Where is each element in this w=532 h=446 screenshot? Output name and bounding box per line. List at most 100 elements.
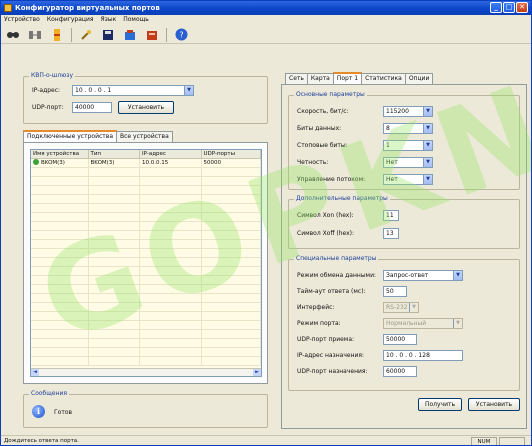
- empty-cell: [202, 357, 261, 366]
- flow-value: Нет: [386, 176, 398, 183]
- chevron-down-icon[interactable]: ▼: [184, 86, 193, 95]
- open-icon[interactable]: [122, 27, 138, 43]
- horizontal-scrollbar[interactable]: ◄ ►: [31, 368, 261, 376]
- empty-cell: [140, 348, 202, 357]
- connect-icon[interactable]: [27, 27, 43, 43]
- timeout-field[interactable]: 50: [383, 286, 407, 297]
- tab-options[interactable]: Опции: [404, 73, 434, 84]
- empty-table-row: [31, 357, 261, 366]
- empty-cell: [31, 168, 89, 177]
- chevron-down-icon[interactable]: ▼: [423, 158, 432, 167]
- speed-label: Скорость, бит/с:: [297, 108, 349, 115]
- empty-cell: [202, 303, 261, 312]
- close-file-icon[interactable]: [144, 27, 160, 43]
- title-bar: Конфигуратор виртуальных портов _ □ ✕: [1, 1, 531, 15]
- ip-field[interactable]: 10 . 0 . 0 . 1 ▼: [72, 85, 194, 96]
- special-params-group: Специальные параметры Режим обмена данны…: [288, 255, 520, 391]
- udp-rx-field[interactable]: 50000: [383, 334, 417, 345]
- menu-item-device[interactable]: Устройство: [4, 15, 40, 25]
- portmode-select: Нормальный ▼: [383, 318, 463, 329]
- device-tab-panel: Имя устройства Тип IP-адрес UDP-порты BK…: [23, 142, 268, 384]
- help-icon[interactable]: ?: [173, 27, 189, 43]
- empty-cell: [31, 249, 89, 258]
- tab-network[interactable]: Сеть: [285, 73, 308, 84]
- empty-table-row: [31, 339, 261, 348]
- empty-cell: [31, 258, 89, 267]
- close-icon[interactable]: ✕: [516, 2, 528, 13]
- column-header-udp[interactable]: UDP-порты: [202, 150, 261, 158]
- empty-cell: [140, 249, 202, 258]
- chevron-down-icon[interactable]: ▼: [423, 141, 432, 150]
- databits-select[interactable]: 8 ▼: [383, 123, 433, 134]
- tab-port-1[interactable]: Порт 1: [332, 72, 363, 84]
- app-icon: [4, 4, 12, 12]
- chevron-down-icon[interactable]: ▼: [423, 175, 432, 184]
- empty-cell: [89, 186, 141, 195]
- tab-connected-devices[interactable]: Подключенные устройства: [23, 130, 117, 142]
- chevron-down-icon[interactable]: ▼: [423, 124, 432, 133]
- find-icon[interactable]: [5, 27, 21, 43]
- empty-cell: [31, 348, 89, 357]
- timeout-value: 50: [386, 288, 394, 295]
- empty-cell: [140, 357, 202, 366]
- set-button[interactable]: Установить: [468, 398, 520, 411]
- info-icon: i: [32, 405, 45, 418]
- mode-select[interactable]: Запрос-ответ ▼: [383, 270, 463, 281]
- parity-value: Нет: [386, 159, 398, 166]
- xoff-field[interactable]: 13: [383, 228, 399, 239]
- maximize-icon[interactable]: □: [503, 2, 515, 13]
- empty-cell: [140, 204, 202, 213]
- port-tab-panel: Основные параметры Скорость, бит/с: 1152…: [281, 84, 527, 429]
- empty-cell: [89, 348, 141, 357]
- flow-select[interactable]: Нет ▼: [383, 174, 433, 185]
- column-header-ip[interactable]: IP-адрес: [140, 150, 202, 158]
- udp-field[interactable]: 40000: [72, 102, 112, 113]
- menu-item-help[interactable]: Помощь: [123, 15, 149, 25]
- menu-item-config[interactable]: Конфигурация: [47, 15, 94, 25]
- empty-cell: [31, 186, 89, 195]
- num-lock-indicator: NUM: [471, 437, 497, 445]
- empty-table-row: [31, 204, 261, 213]
- tab-all-devices[interactable]: Все устройства: [116, 131, 173, 142]
- plugin-icon[interactable]: [78, 27, 94, 43]
- empty-cell: [140, 258, 202, 267]
- chevron-down-icon[interactable]: ▼: [453, 271, 462, 280]
- empty-cell: [89, 276, 141, 285]
- dest-ip-field[interactable]: 10 . 0 . 0 . 128: [383, 350, 463, 361]
- dest-udp-field[interactable]: 60000: [383, 366, 417, 377]
- empty-cell: [89, 231, 141, 240]
- empty-cell: [202, 177, 261, 186]
- table-row[interactable]: BKOM(3) BKOM(3) 10.0.0.15 50000: [31, 159, 261, 168]
- menu-item-language[interactable]: Язык: [101, 15, 117, 25]
- tab-statistics[interactable]: Статистика: [361, 73, 406, 84]
- gateway-set-button[interactable]: Установить: [118, 101, 174, 114]
- status-cell-empty: [499, 437, 525, 445]
- empty-table-row: [31, 303, 261, 312]
- speed-select[interactable]: 115200 ▼: [383, 106, 433, 117]
- scroll-left-icon[interactable]: ◄: [31, 369, 39, 376]
- interface-label: Интерфейс:: [297, 304, 335, 311]
- empty-cell: [31, 321, 89, 330]
- empty-cell: [140, 213, 202, 222]
- ip-label: IP-адрес:: [32, 87, 61, 94]
- gateway-group-title: КВП-о-шлюзу: [29, 72, 76, 80]
- empty-table-row: [31, 294, 261, 303]
- parity-select[interactable]: Нет ▼: [383, 157, 433, 168]
- stopbits-value: 1: [386, 142, 390, 149]
- xoff-label: Символ Xoff (hex):: [297, 230, 355, 237]
- xon-field[interactable]: 11: [383, 210, 399, 221]
- udp-label: UDP-порт:: [32, 104, 64, 111]
- column-header-type[interactable]: Тип: [89, 150, 141, 158]
- stopbits-select[interactable]: 1 ▼: [383, 140, 433, 151]
- empty-cell: [89, 240, 141, 249]
- save-icon[interactable]: [100, 27, 116, 43]
- tab-map[interactable]: Карта: [306, 73, 334, 84]
- scroll-right-icon[interactable]: ►: [253, 369, 261, 376]
- get-button[interactable]: Получить: [418, 398, 462, 411]
- add-icon[interactable]: [49, 27, 65, 43]
- device-tabs: Подключенные устройства Все устройства: [23, 130, 173, 142]
- empty-cell: [202, 312, 261, 321]
- chevron-down-icon[interactable]: ▼: [423, 107, 432, 116]
- column-header-name[interactable]: Имя устройства: [31, 150, 89, 158]
- minimize-icon[interactable]: _: [490, 2, 502, 13]
